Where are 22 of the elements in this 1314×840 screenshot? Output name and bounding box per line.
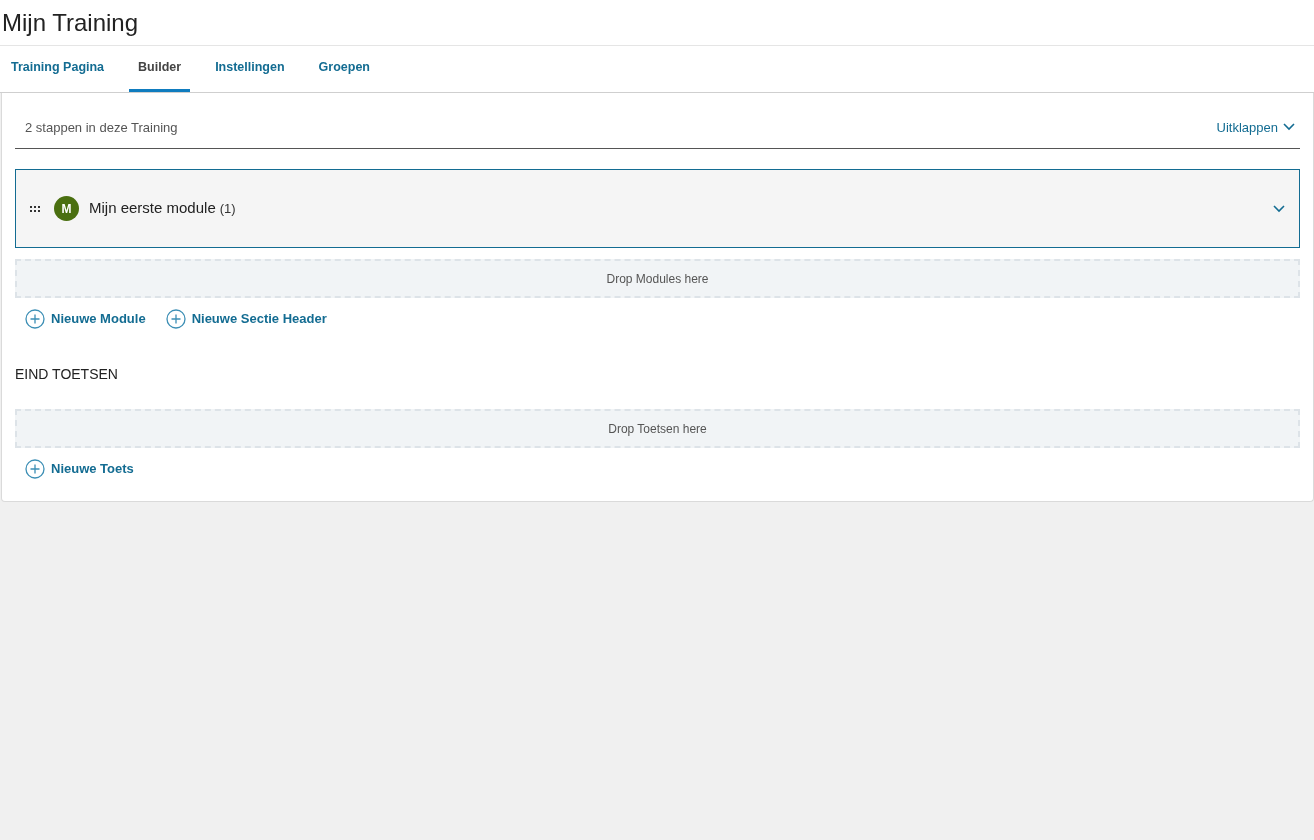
module-row[interactable]: M Mijn eerste module (1) <box>15 169 1300 248</box>
drop-zone: Drop Modules here <box>15 259 1300 298</box>
plus-circle-icon <box>165 309 186 329</box>
page-title: Mijn Training <box>2 7 139 38</box>
expand-link[interactable]: Uitklappen <box>1216 117 1295 137</box>
tab[interactable]: Instellingen <box>206 46 294 92</box>
add-link[interactable]: Nieuwe Toets <box>25 459 134 479</box>
drag-handle-icon[interactable] <box>30 205 40 212</box>
plus-circle-icon <box>25 309 45 329</box>
tab[interactable]: Training Pagina <box>2 46 114 92</box>
module-title: Mijn eerste module <box>89 198 216 219</box>
tab[interactable]: Groepen <box>309 46 379 92</box>
add-link[interactable]: Nieuwe Module <box>25 309 146 329</box>
plus-circle-icon <box>25 459 45 479</box>
chevron-down-icon <box>1273 204 1285 213</box>
section-heading: EIND TOETSEN <box>15 365 119 384</box>
add-link[interactable]: Nieuwe Sectie Header <box>165 309 327 329</box>
chevron-down-icon <box>1283 123 1295 132</box>
drop-zone: Drop Toetsen here <box>15 409 1300 448</box>
step-count: 2 stappen in deze Training <box>25 118 178 137</box>
module-count: (1) <box>219 199 236 218</box>
module-avatar: M <box>54 196 79 221</box>
